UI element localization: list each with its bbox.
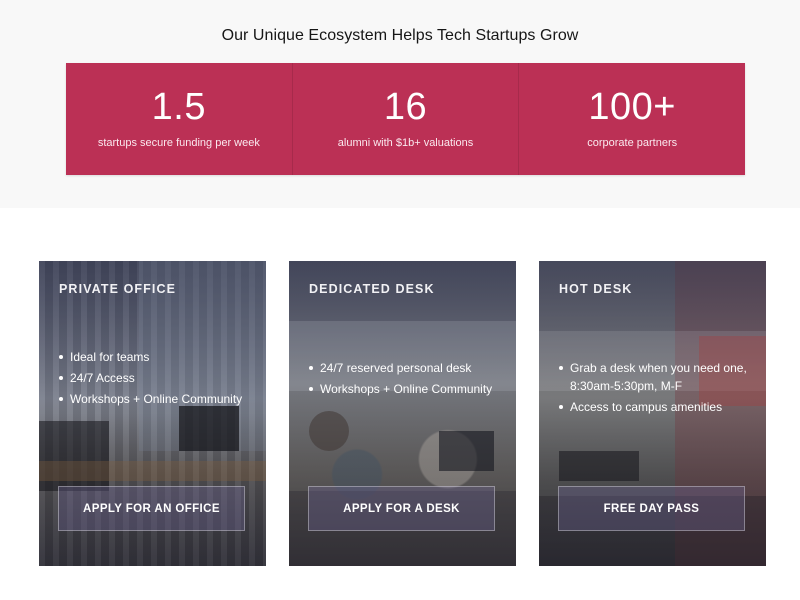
feature-item: Access to campus amenities [559,398,760,416]
stat-value: 16 [383,86,428,128]
feature-item: 24/7 Access [59,369,250,387]
stats-title: Our Unique Ecosystem Helps Tech Startups… [221,27,579,44]
stat-value: 1.5 [151,86,206,128]
stats-band: 1.5 startups secure funding per week 16 … [66,63,745,175]
apply-desk-button[interactable]: APPLY FOR A DESK [308,486,495,531]
feature-list: 24/7 reserved personal desk Workshops + … [309,359,510,401]
stat-partners: 100+ corporate partners [518,63,745,175]
stat-value: 100+ [588,86,676,128]
feature-list: Ideal for teams 24/7 Access Workshops + … [59,348,250,411]
stat-label: alumni with $1b+ valuations [337,137,474,149]
stat-label: corporate partners [587,137,678,149]
feature-item: Workshops + Online Community [309,380,510,398]
feature-item: Grab a desk when you need one, 8:30am-5:… [559,359,760,395]
feature-item: Ideal for teams [59,348,250,366]
stat-funding: 1.5 startups secure funding per week [66,63,292,175]
feature-item: 24/7 reserved personal desk [309,359,510,377]
free-day-pass-button[interactable]: FREE DAY PASS [558,486,745,531]
plan-card-hot-desk: HOT DESK Grab a desk when you need one, … [539,261,766,566]
plan-title: DEDICATED DESK [309,282,435,296]
plan-title: PRIVATE OFFICE [59,282,177,296]
stat-label: startups secure funding per week [97,137,260,149]
plan-card-private-office: PRIVATE OFFICE Ideal for teams 24/7 Acce… [39,261,266,566]
apply-office-button[interactable]: APPLY FOR AN OFFICE [58,486,245,531]
stat-alumni: 16 alumni with $1b+ valuations [291,63,519,175]
feature-list: Grab a desk when you need one, 8:30am-5:… [559,359,760,419]
stats-section: Our Unique Ecosystem Helps Tech Startups… [0,0,800,208]
feature-item: Workshops + Online Community [59,390,250,408]
plan-card-dedicated-desk: DEDICATED DESK 24/7 reserved personal de… [289,261,516,566]
plan-title: HOT DESK [559,282,633,296]
